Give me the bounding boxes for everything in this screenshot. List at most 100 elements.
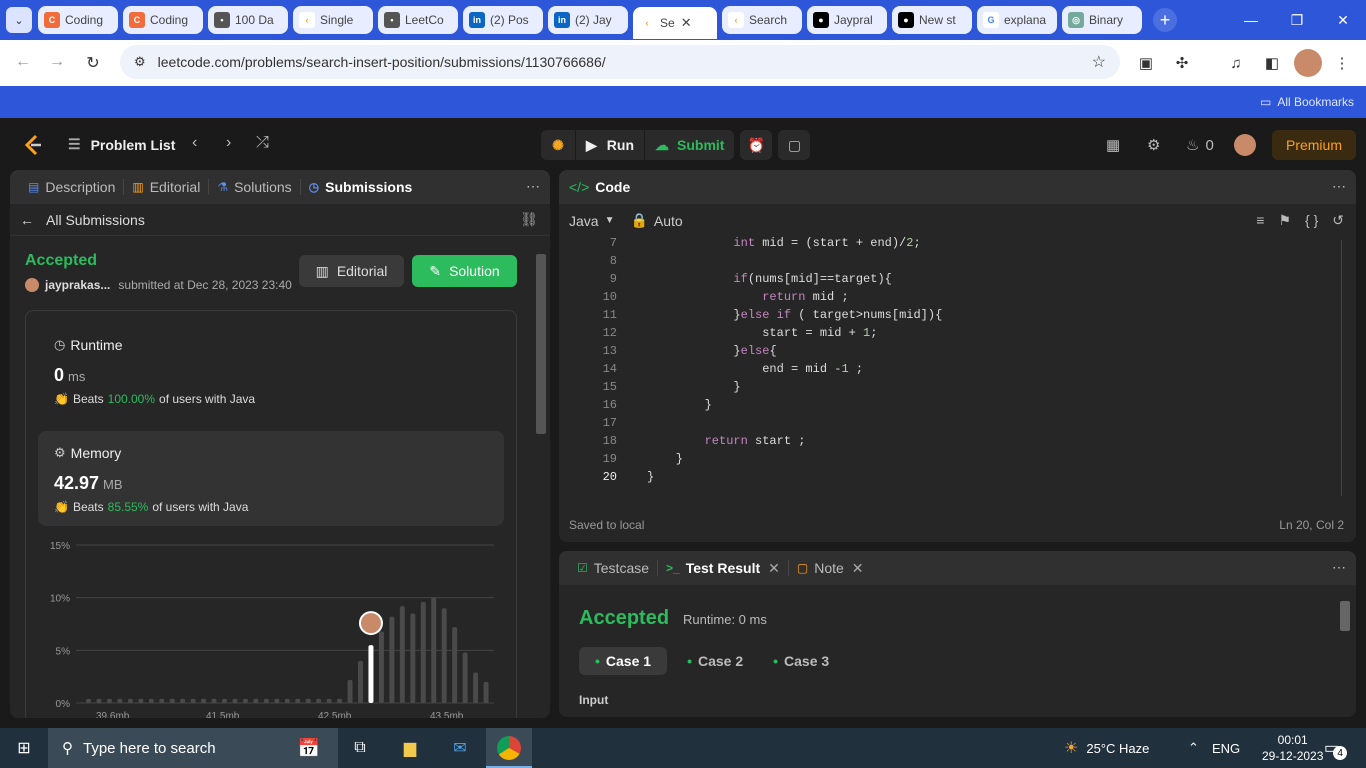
chart-bar[interactable]: [337, 698, 343, 703]
scroll-thumb[interactable]: [1340, 601, 1350, 631]
left-scrollbar[interactable]: [534, 240, 548, 716]
browser-tab[interactable]: • LeetCo: [378, 6, 458, 34]
tab-submissions[interactable]: ◷ Submissions: [301, 179, 421, 195]
close-window-button[interactable]: ✕: [1320, 0, 1366, 40]
chart-bar[interactable]: [138, 698, 144, 703]
case-2-tab[interactable]: • Case 2: [677, 647, 753, 675]
close-icon[interactable]: ✕: [852, 560, 864, 577]
more-icon[interactable]: ⋯: [526, 178, 540, 195]
solution-button[interactable]: ✎ Solution: [412, 255, 517, 287]
profile-avatar[interactable]: [1294, 49, 1322, 77]
taskbar-search[interactable]: ⚲ Type here to search 📅: [48, 728, 338, 768]
browser-tab[interactable]: • 100 Da: [208, 6, 288, 34]
premium-button[interactable]: Premium: [1272, 130, 1356, 160]
prev-problem-icon[interactable]: ‹: [192, 134, 197, 152]
code-more-icon[interactable]: ⋯: [1332, 178, 1346, 195]
chart-bar[interactable]: [106, 698, 112, 703]
reset-icon[interactable]: ↺: [1332, 212, 1344, 229]
tab-search-button[interactable]: ⌄: [6, 7, 32, 33]
run-button[interactable]: ▶ Run: [576, 130, 644, 160]
show-hidden-icons[interactable]: ⌃: [1188, 728, 1199, 768]
memory-block[interactable]: ⚙ Memory 42.97 MB 👏 Beats 85.55% of users wit…: [38, 431, 504, 526]
browser-tab[interactable]: ‹ Se ✕: [633, 7, 717, 39]
chart-bar[interactable]: [274, 698, 280, 703]
chart-bar[interactable]: [159, 698, 165, 703]
menu-icon[interactable]: ⋮: [1330, 48, 1354, 78]
all-submissions-link[interactable]: ← All Submissions ⛓: [10, 204, 550, 236]
layout-icon[interactable]: ▦: [1106, 130, 1120, 160]
notification-center[interactable]: ▭ 4: [1324, 728, 1348, 768]
chart-bar[interactable]: [431, 597, 437, 703]
address-bar[interactable]: ⚙ leetcode.com/problems/search-insert-po…: [120, 45, 1120, 79]
chart-bar[interactable]: [305, 698, 311, 703]
submit-button[interactable]: ☁ Submit: [645, 130, 735, 160]
browser-tab[interactable]: C Coding: [38, 6, 118, 34]
reload-icon[interactable]: ↻: [76, 53, 110, 73]
browser-tab[interactable]: ‹ Search: [722, 6, 802, 34]
link-icon[interactable]: ⛓: [520, 211, 538, 228]
chart-bar[interactable]: [253, 698, 259, 703]
chart-bar[interactable]: [169, 698, 175, 703]
language-indicator[interactable]: ENG: [1212, 728, 1240, 768]
tab-note[interactable]: ▢ Note ✕: [789, 560, 872, 577]
chart-bar[interactable]: [420, 601, 426, 703]
clock[interactable]: 00:01 29-12-2023: [1262, 728, 1323, 768]
case-3-tab[interactable]: • Case 3: [763, 647, 839, 675]
scroll-thumb[interactable]: [536, 254, 546, 434]
shuffle-icon[interactable]: ⤮: [256, 134, 269, 152]
result-more-icon[interactable]: ⋯: [1332, 559, 1346, 576]
chart-bar[interactable]: [483, 681, 489, 703]
bookmark-star-icon[interactable]: ☆: [1092, 52, 1106, 72]
browser-tab[interactable]: Gexplana: [977, 6, 1057, 34]
runtime-block[interactable]: ◷ Runtime 0 ms 👏 Beats 100.00% of users with …: [54, 337, 255, 406]
file-explorer-icon[interactable]: ▆: [398, 736, 422, 760]
mail-icon[interactable]: ✉: [448, 736, 472, 760]
extensions-icon[interactable]: ✣: [1170, 48, 1194, 78]
browser-tab[interactable]: C Coding: [123, 6, 203, 34]
all-bookmarks[interactable]: All Bookmarks: [1277, 95, 1354, 109]
tab-description[interactable]: ▤ Description: [20, 179, 125, 195]
tab-testcase[interactable]: ☑ Testcase: [569, 560, 659, 576]
browser-tab[interactable]: in (2) Pos: [463, 6, 543, 34]
bookmark-icon[interactable]: ⚑: [1278, 212, 1291, 229]
sidepanel-icon[interactable]: ◧: [1260, 48, 1284, 78]
new-tab-button[interactable]: +: [1153, 8, 1177, 32]
browser-tab[interactable]: ◎ Binary: [1062, 6, 1142, 34]
result-scrollbar[interactable]: [1340, 591, 1352, 711]
chart-bar[interactable]: [347, 679, 353, 703]
chart-bar[interactable]: [326, 698, 332, 703]
editor-scrollbar[interactable]: [1341, 240, 1342, 496]
tab-test-result[interactable]: >_ Test Result ✕: [658, 560, 789, 576]
chart-bar[interactable]: [117, 698, 123, 703]
browser-tab[interactable]: ‹ Single: [293, 6, 373, 34]
problem-list-button[interactable]: ☰ Problem List: [68, 136, 175, 153]
next-problem-icon[interactable]: ›: [226, 134, 231, 152]
browser-tab[interactable]: ● Jaypral: [807, 6, 887, 34]
braces-icon[interactable]: { }: [1305, 212, 1318, 229]
code-editor[interactable]: 7 int mid = (start + end)/2; 8 9 if(nums[m…: [559, 234, 1339, 486]
note-icon[interactable]: ▢: [778, 130, 811, 160]
chart-bar[interactable]: [473, 672, 479, 703]
close-icon[interactable]: ✕: [768, 560, 780, 577]
chart-bar[interactable]: [96, 698, 102, 703]
chart-bar[interactable]: [211, 698, 217, 703]
close-tab-icon[interactable]: ✕: [681, 15, 692, 31]
minimize-button[interactable]: —: [1228, 0, 1274, 40]
chart-bar[interactable]: [389, 616, 395, 703]
media-icon[interactable]: ♫: [1224, 48, 1248, 78]
chart-bar[interactable]: [316, 698, 322, 703]
chart-bar[interactable]: [358, 660, 363, 703]
chart-bar[interactable]: [441, 608, 447, 703]
chart-bar[interactable]: [462, 652, 468, 703]
timer-icon[interactable]: ⏰: [740, 130, 773, 160]
case-1-tab[interactable]: • Case 1: [579, 647, 668, 675]
chart-bar[interactable]: [201, 698, 207, 703]
chart-bar[interactable]: [180, 698, 186, 703]
task-view-icon[interactable]: ⧉: [348, 736, 372, 760]
chart-bar[interactable]: [378, 631, 384, 703]
tab-editorial[interactable]: ▥ Editorial: [124, 179, 210, 195]
editorial-button[interactable]: ▥ Editorial: [299, 255, 404, 287]
chart-bar[interactable]: [190, 698, 196, 703]
windows-start-icon[interactable]: ⊞: [12, 736, 36, 760]
tab-solutions[interactable]: ⚗ Solutions: [209, 179, 301, 195]
